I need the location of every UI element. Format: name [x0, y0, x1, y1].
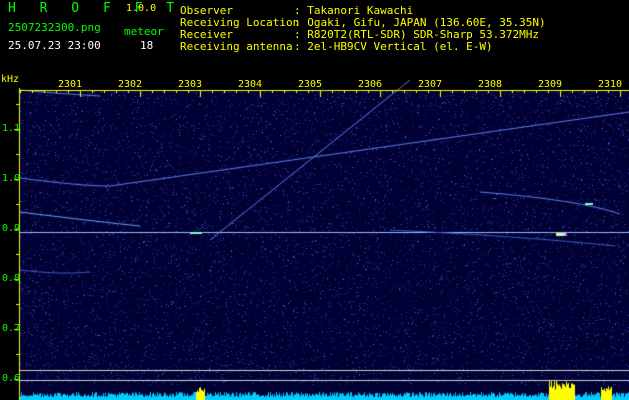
antenna-label: Receiving antenna: [180, 40, 293, 53]
x-tick-label: 2305: [298, 79, 323, 90]
receiver-value: : R820T2(RTL-SDR) SDR-Sharp 53.372MHz: [294, 28, 540, 41]
x-tick-label: 2306: [358, 79, 383, 90]
x-tick-label: 2308: [478, 79, 503, 90]
observer-label: Observer: [180, 4, 233, 17]
location-label: Receiving Location: [180, 16, 300, 29]
y-tick-label: 0.9: [2, 223, 21, 234]
y-tick-label: 1.1: [2, 123, 21, 134]
y-tick-label: 0.7: [2, 323, 21, 334]
x-tick-label: 2304: [238, 79, 263, 90]
app-version: 1.0.0: [126, 3, 157, 14]
spectrogram-canvas: [0, 0, 629, 400]
meteor-label: meteor: [124, 25, 164, 38]
receiver-label: Receiver: [180, 28, 233, 41]
y-tick-label: 0.6: [2, 373, 21, 384]
file-name: 2507232300.png: [8, 21, 101, 34]
y-tick-label: 0.8: [2, 273, 21, 284]
x-tick-label: 2310: [598, 79, 623, 90]
date-time: 25.07.23 23:00: [8, 39, 101, 52]
x-tick-label: 2302: [118, 79, 143, 90]
y-tick-label: 1.0: [2, 173, 21, 184]
x-tick-label: 2309: [538, 79, 563, 90]
x-tick-label: 2303: [178, 79, 203, 90]
y-unit-label: kHz: [1, 74, 20, 85]
meteor-count: 18: [140, 39, 154, 52]
observer-value: : Takanori Kawachi: [294, 4, 414, 17]
location-value: : Ogaki, Gifu, JAPAN (136.60E, 35.35N): [294, 16, 546, 29]
x-tick-label: 2307: [418, 79, 443, 90]
x-tick-label: 2301: [58, 79, 83, 90]
antenna-value: : 2el-HB9CV Vertical (el. E-W): [294, 40, 493, 53]
